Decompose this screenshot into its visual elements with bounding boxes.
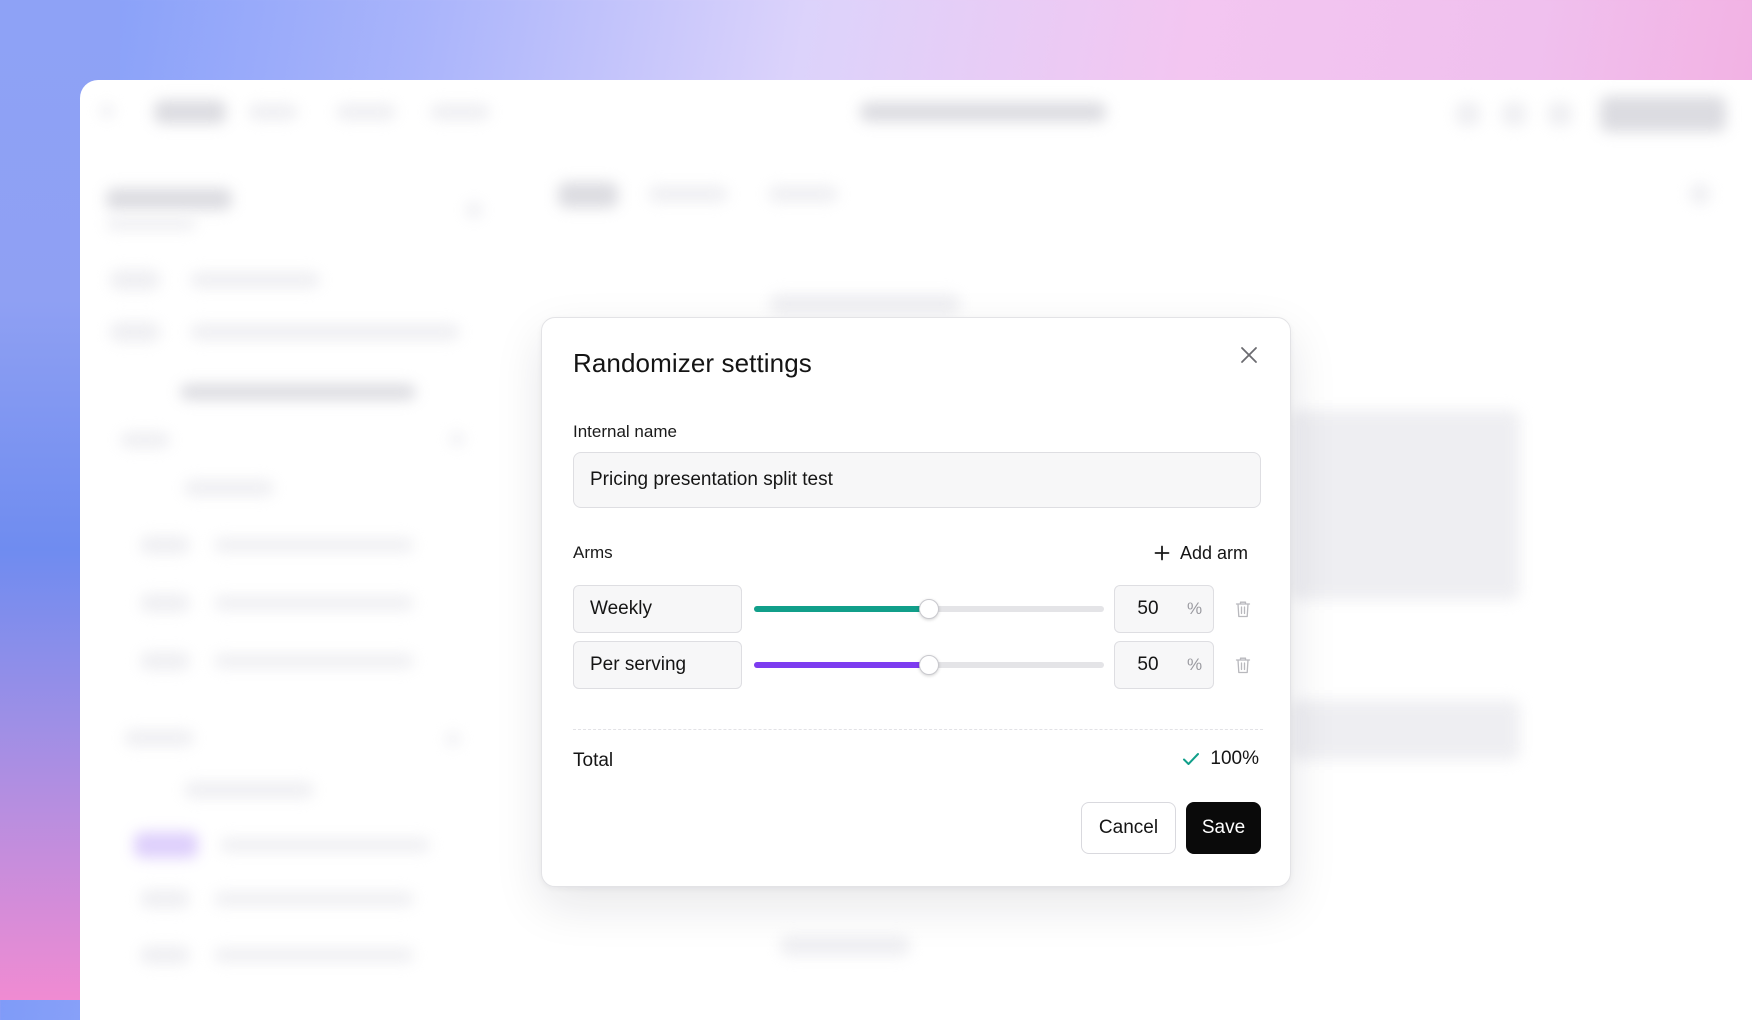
plus-icon (1154, 545, 1170, 561)
close-icon (1241, 347, 1257, 363)
modal-overlay: Randomizer settings Internal name Arms A… (0, 0, 1752, 1000)
arm-percent-field[interactable]: 50 % (1114, 641, 1214, 689)
percent-unit: % (1187, 655, 1203, 674)
dialog-title: Randomizer settings (573, 348, 812, 378)
arm-row: Per serving 50 % (573, 641, 1263, 689)
total-value: 100% (1210, 748, 1259, 769)
arm-split-slider[interactable] (754, 585, 1104, 633)
trash-icon (1235, 657, 1251, 674)
total-summary: 100% (1182, 748, 1259, 770)
delete-arm-button[interactable] (1231, 597, 1255, 621)
slider-fill (754, 606, 929, 612)
trash-icon (1235, 601, 1251, 618)
randomizer-settings-dialog: Randomizer settings Internal name Arms A… (541, 317, 1291, 887)
add-arm-button[interactable]: Add arm (1154, 535, 1248, 571)
arm-percent-value: 50 (1137, 598, 1159, 619)
arm-name-field[interactable]: Per serving (573, 641, 742, 689)
divider (573, 729, 1263, 730)
save-button[interactable]: Save (1186, 802, 1261, 854)
slider-thumb[interactable] (919, 655, 939, 675)
arm-row: Weekly 50 % (573, 585, 1263, 633)
arm-percent-value: 50 (1137, 654, 1159, 675)
close-button[interactable] (1234, 340, 1264, 370)
slider-thumb[interactable] (919, 599, 939, 619)
delete-arm-button[interactable] (1231, 653, 1255, 677)
check-icon (1183, 753, 1200, 765)
arm-percent-field[interactable]: 50 % (1114, 585, 1214, 633)
arm-name-field[interactable]: Weekly (573, 585, 742, 633)
add-arm-label: Add arm (1179, 542, 1248, 563)
cancel-button[interactable]: Cancel (1081, 802, 1176, 854)
percent-unit: % (1187, 599, 1203, 618)
arm-split-slider[interactable] (754, 641, 1104, 689)
arms-label: Arms (573, 543, 613, 562)
internal-name-input[interactable] (573, 452, 1261, 508)
internal-name-label: Internal name (573, 422, 677, 441)
slider-fill (754, 662, 929, 668)
total-label: Total (573, 750, 614, 771)
